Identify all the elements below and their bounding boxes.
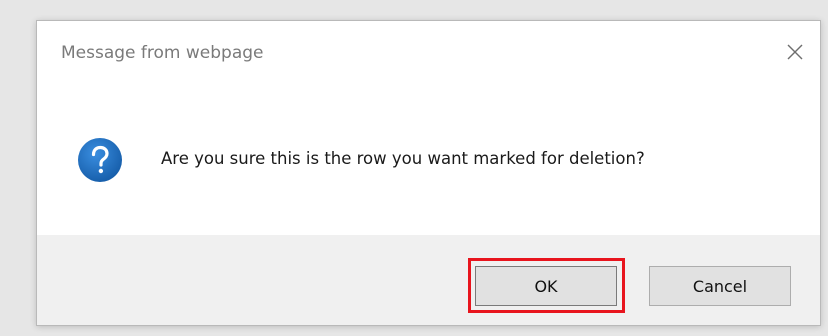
screen: Message from webpage Are you sure this i…: [0, 0, 828, 336]
dialog-body: Are you sure this is the row you want ma…: [37, 87, 820, 237]
message-dialog: Message from webpage Are you sure this i…: [36, 20, 821, 326]
dialog-titlebar: Message from webpage: [37, 21, 820, 87]
dialog-title: Message from webpage: [61, 43, 264, 63]
ok-button[interactable]: OK: [475, 266, 617, 306]
cancel-button[interactable]: Cancel: [649, 266, 791, 306]
close-button[interactable]: [780, 37, 810, 67]
dialog-footer: OK Cancel: [37, 235, 820, 325]
dialog-message: Are you sure this is the row you want ma…: [161, 149, 645, 168]
question-icon: [77, 137, 123, 183]
close-icon: [787, 44, 803, 60]
